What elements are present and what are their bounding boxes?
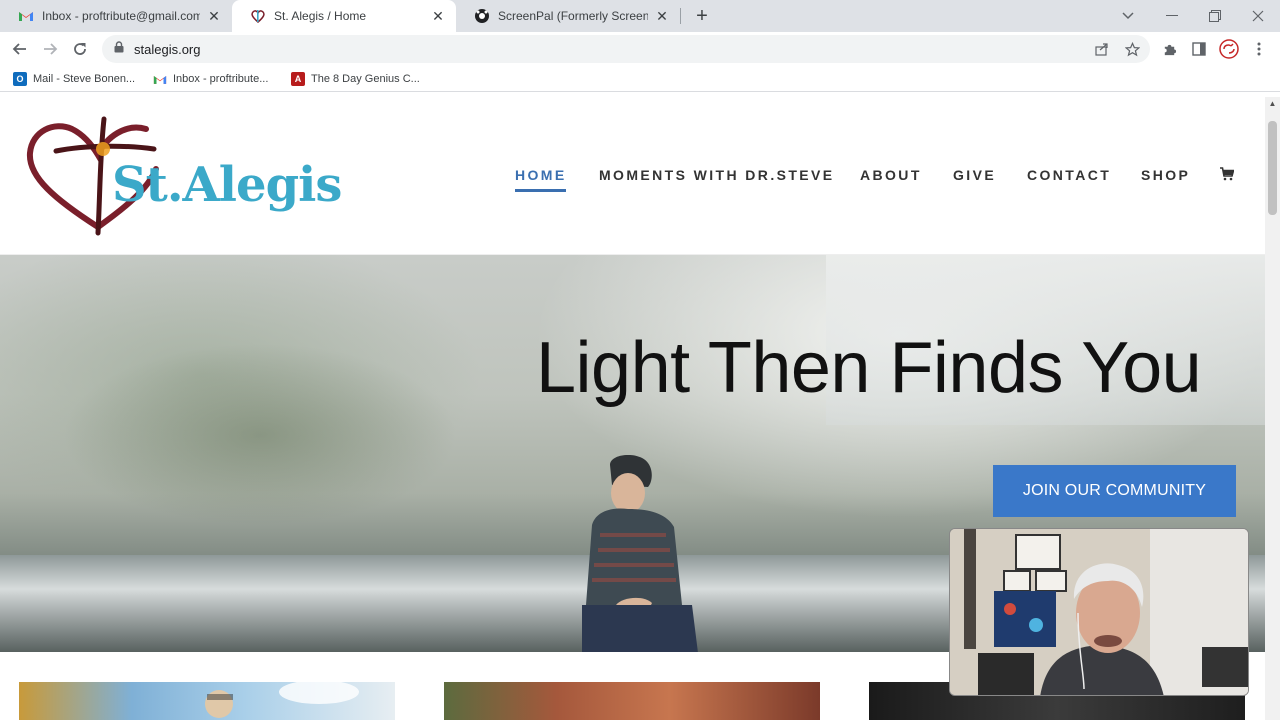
new-tab-button[interactable]: + <box>690 4 714 28</box>
nav-give[interactable]: GIVE <box>953 167 996 189</box>
shopping-cart-icon[interactable] <box>1220 167 1235 183</box>
tab-search-icon[interactable] <box>1106 0 1150 32</box>
restore-icon[interactable] <box>1193 0 1237 32</box>
nav-home[interactable]: HOME <box>515 167 567 189</box>
nav-about[interactable]: ABOUT <box>860 167 922 189</box>
hero-heading: Light Then Finds You <box>536 328 1202 408</box>
profile-avatar-icon[interactable] <box>1216 36 1242 62</box>
share-icon[interactable] <box>1089 36 1115 62</box>
back-button[interactable] <box>7 36 33 62</box>
scroll-thumb[interactable] <box>1268 121 1277 215</box>
bookmark-outlook-mail[interactable]: O Mail - Steve Bonen... <box>13 70 135 88</box>
bookmark-label: Mail - Steve Bonen... <box>33 73 136 85</box>
nav-active-underline <box>515 189 566 192</box>
logo-text: St.Alegis <box>112 157 342 213</box>
tab-strip: Inbox - proftribute@gmail.com - ✕ St. Al… <box>0 0 1280 32</box>
bookmark-label: The 8 Day Genius C... <box>311 73 420 85</box>
scroll-up-arrow-icon[interactable]: ▲ <box>1265 99 1280 109</box>
minimize-icon[interactable] <box>1150 0 1194 32</box>
close-window-icon[interactable] <box>1236 0 1280 32</box>
browser-toolbar: stalegis.org <box>0 32 1280 66</box>
tab-separator <box>680 8 681 24</box>
outlook-icon: O <box>13 72 27 86</box>
join-community-button[interactable]: JOIN OUR COMMUNITY <box>993 465 1236 517</box>
chrome-menu-icon[interactable] <box>1246 36 1272 62</box>
site-header: St.Alegis HOME MOMENTS WITH DR.STEVE ABO… <box>0 97 1265 255</box>
st-alegis-logo[interactable]: St.Alegis <box>26 115 342 237</box>
bookmark-gmail-inbox[interactable]: Inbox - proftribute... <box>153 70 268 88</box>
tab-title: ScreenPal (Formerly Screencast-O <box>498 9 648 23</box>
st-alegis-favicon <box>250 8 266 24</box>
pdf-icon: A <box>291 72 305 86</box>
lock-icon[interactable] <box>114 40 124 58</box>
hero-trees <box>0 315 560 555</box>
bookmark-8-day-genius[interactable]: A The 8 Day Genius C... <box>291 70 420 88</box>
close-tab-icon[interactable]: ✕ <box>654 8 670 24</box>
webcam-overlay[interactable] <box>949 528 1249 696</box>
close-tab-icon[interactable]: ✕ <box>430 8 446 24</box>
nav-shop[interactable]: SHOP <box>1141 167 1190 189</box>
extensions-icon[interactable] <box>1156 36 1182 62</box>
tab-title: Inbox - proftribute@gmail.com - <box>42 9 200 23</box>
address-bar[interactable]: stalegis.org <box>102 35 1150 63</box>
bookmark-label: Inbox - proftribute... <box>173 73 269 85</box>
nav-contact[interactable]: CONTACT <box>1027 167 1111 189</box>
page-scrollbar[interactable]: ▲ <box>1265 97 1280 720</box>
gmail-icon <box>18 8 34 24</box>
webcam-video-feed <box>950 529 1248 695</box>
tab-screenpal[interactable]: ScreenPal (Formerly Screencast-O ✕ <box>456 0 680 32</box>
hero-person-image <box>582 455 698 652</box>
forward-button[interactable] <box>37 36 63 62</box>
gmail-icon <box>153 72 167 86</box>
feature-card-image[interactable] <box>444 682 820 720</box>
close-tab-icon[interactable]: ✕ <box>206 8 222 24</box>
bookmarks-bar: O Mail - Steve Bonen... Inbox - proftrib… <box>0 66 1280 92</box>
feature-card-image[interactable] <box>19 682 395 720</box>
bookmark-star-icon[interactable] <box>1119 36 1145 62</box>
tab-gmail-inbox[interactable]: Inbox - proftribute@gmail.com - ✕ <box>0 0 232 32</box>
side-panel-icon[interactable] <box>1186 36 1212 62</box>
reload-button[interactable] <box>67 36 93 62</box>
url-text: stalegis.org <box>134 41 201 57</box>
tab-title: St. Alegis / Home <box>274 9 367 23</box>
tab-st-alegis[interactable]: St. Alegis / Home ✕ <box>232 0 456 32</box>
screenpal-icon <box>474 8 490 24</box>
nav-moments-with-dr-steve[interactable]: MOMENTS WITH DR.STEVE <box>599 167 835 189</box>
